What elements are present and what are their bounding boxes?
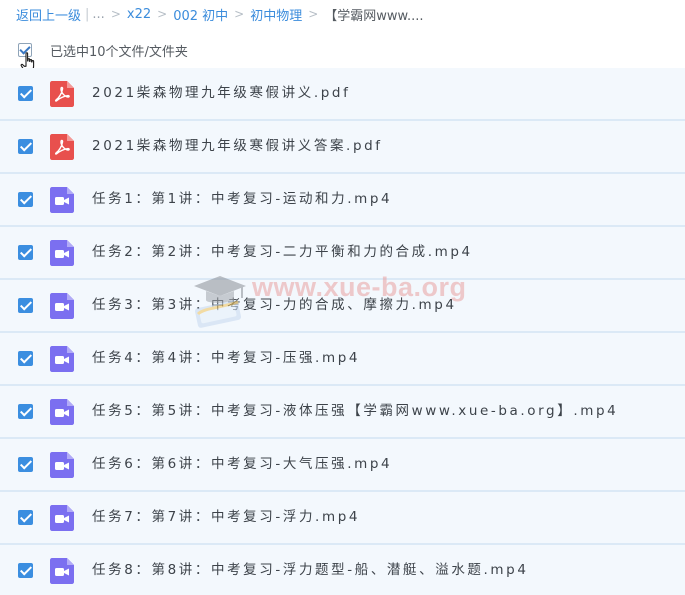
video-file-icon [50,240,74,266]
file-name[interactable]: 任务4：第4讲：中考复习-压强.mp4 [92,333,360,384]
file-row-checkbox[interactable] [18,139,33,154]
breadcrumb-item-x22[interactable]: x22 [127,7,151,22]
file-row[interactable]: 2021柴森物理九年级寒假讲义答案.pdf [0,121,685,174]
file-row-checkbox[interactable] [18,245,33,260]
breadcrumb-item-junior-high[interactable]: 002 初中 [173,5,228,24]
file-name[interactable]: 任务3：第3讲：中考复习-力的合成、摩擦力.mp4 [92,280,457,331]
file-row[interactable]: 任务4：第4讲：中考复习-压强.mp4 [0,333,685,386]
chevron-right-icon: > [157,7,168,21]
file-name[interactable]: 2021柴森物理九年级寒假讲义答案.pdf [92,121,383,172]
file-row[interactable]: 任务6：第6讲：中考复习-大气压强.mp4 [0,439,685,492]
file-name[interactable]: 任务8：第8讲：中考复习-浮力题型-船、潜艇、溢水题.mp4 [92,545,529,595]
file-name[interactable]: 任务2：第2讲：中考复习-二力平衡和力的合成.mp4 [92,227,473,278]
video-file-icon [50,452,74,478]
file-row-checkbox[interactable] [18,298,33,313]
file-name[interactable]: 任务7：第7讲：中考复习-浮力.mp4 [92,492,360,543]
pdf-file-icon [50,81,74,107]
video-file-icon [50,346,74,372]
file-row-checkbox[interactable] [18,192,33,207]
file-row-checkbox[interactable] [18,404,33,419]
file-name[interactable]: 任务1：第1讲：中考复习-运动和力.mp4 [92,174,392,225]
back-to-parent-link[interactable]: 返回上一级 [16,5,81,24]
file-browser-page: 返回上一级 | ... > x22 > 002 初中 > 初中物理 > 【学霸网… [0,0,685,595]
file-row-checkbox[interactable] [18,457,33,472]
video-file-icon [50,505,74,531]
selection-count-text: 已选中10个文件/文件夹 [50,44,188,60]
file-row-checkbox[interactable] [18,351,33,366]
breadcrumb: 返回上一级 | ... > x22 > 002 初中 > 初中物理 > 【学霸网… [16,4,424,24]
breadcrumb-divider: | [85,6,90,22]
breadcrumb-current: 【学霸网www.... [324,8,424,24]
file-name[interactable]: 2021柴森物理九年级寒假讲义.pdf [92,68,350,119]
video-file-icon [50,558,74,584]
file-row[interactable]: 任务5：第5讲：中考复习-液体压强【学霸网www.xue-ba.org】.mp4 [0,386,685,439]
chevron-right-icon: > [234,7,245,21]
selection-summary: 已选中10个文件/文件夹 [18,40,188,60]
file-row-checkbox[interactable] [18,86,33,101]
breadcrumb-ellipsis[interactable]: ... [92,7,104,22]
chevron-right-icon: > [110,7,121,21]
file-name[interactable]: 任务6：第6讲：中考复习-大气压强.mp4 [92,439,392,490]
file-row[interactable]: 任务2：第2讲：中考复习-二力平衡和力的合成.mp4 [0,227,685,280]
file-row[interactable]: 任务1：第1讲：中考复习-运动和力.mp4 [0,174,685,227]
file-row[interactable]: 任务7：第7讲：中考复习-浮力.mp4 [0,492,685,545]
file-row-checkbox[interactable] [18,510,33,525]
video-file-icon [50,399,74,425]
file-list: 2021柴森物理九年级寒假讲义.pdf 2021柴森物理九年级寒假讲义答案.pdf… [0,68,685,595]
chevron-right-icon: > [308,7,319,21]
file-row[interactable]: 任务3：第3讲：中考复习-力的合成、摩擦力.mp4 [0,280,685,333]
pdf-file-icon [50,134,74,160]
file-row[interactable]: 2021柴森物理九年级寒假讲义.pdf [0,68,685,121]
video-file-icon [50,187,74,213]
file-row-checkbox[interactable] [18,563,33,578]
breadcrumb-item-physics[interactable]: 初中物理 [250,5,302,24]
file-name[interactable]: 任务5：第5讲：中考复习-液体压强【学霸网www.xue-ba.org】.mp4 [92,386,618,437]
file-row[interactable]: 任务8：第8讲：中考复习-浮力题型-船、潜艇、溢水题.mp4 [0,545,685,595]
video-file-icon [50,293,74,319]
